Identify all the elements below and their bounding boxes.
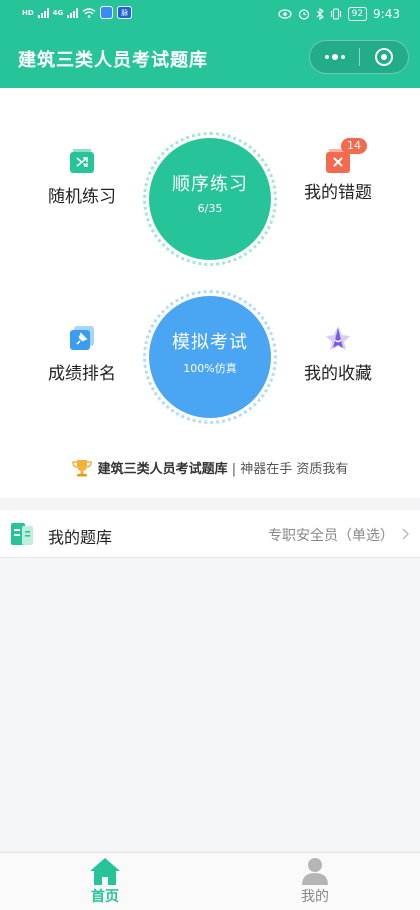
notification-app-icon [100, 6, 114, 19]
app-header: HD 4G 脉 92 9:43 建筑三类人员考试题库 [0, 0, 420, 88]
wrong-questions-button[interactable]: 14 我的错题 [283, 138, 393, 203]
trophy-icon [71, 460, 92, 477]
signal-icon [37, 7, 49, 18]
sequential-practice-button[interactable]: 顺序练习 6/35 [143, 132, 277, 266]
dotted-ring [143, 290, 277, 424]
tab-mine-label: 我的 [301, 889, 329, 905]
app-title: 建筑三类人员考试题库 [18, 50, 208, 71]
close-miniprogram-button[interactable] [360, 41, 408, 73]
question-bank-icon [11, 523, 33, 545]
bluetooth-icon [316, 8, 324, 20]
network-indicator: 4G [52, 8, 64, 17]
my-question-bank-title: 我的题库 [48, 528, 113, 547]
selected-bank-value: 专职安全员（单选） [268, 528, 394, 544]
target-close-icon [374, 48, 393, 66]
status-left: HD 4G 脉 [22, 6, 133, 19]
slogan-subtitle: | 神器在手 资质我有 [227, 462, 349, 477]
my-question-bank-row[interactable]: 我的题库 专职安全员（单选） [0, 510, 420, 558]
more-dot-icon [340, 55, 345, 59]
status-right: 92 9:43 [277, 7, 400, 21]
miniprogram-capsule [309, 40, 409, 74]
alarm-icon [298, 9, 309, 20]
user-icon [302, 858, 328, 885]
bottom-nav: 首页 我的 [0, 852, 420, 910]
ranking-label: 成绩排名 [48, 364, 116, 384]
eye-icon [277, 9, 292, 19]
wrong-count-badge: 14 [341, 138, 367, 154]
home-icon [90, 858, 120, 885]
random-practice-button[interactable]: 随机练习 [27, 148, 137, 207]
favorites-button[interactable]: 我的收藏 [283, 325, 393, 384]
wrong-questions-label: 我的错题 [304, 183, 372, 203]
more-dot-icon [331, 54, 338, 60]
dotted-ring [143, 132, 277, 266]
more-button[interactable] [310, 41, 359, 73]
notification-app-icon-2: 脉 [117, 6, 133, 19]
slogan: 建筑三类人员考试题库 | 神器在手 资质我有 [0, 458, 420, 477]
star-icon [326, 326, 350, 350]
tab-home[interactable]: 首页 [55, 856, 155, 906]
tab-mine[interactable]: 我的 [265, 856, 365, 906]
favorites-label: 我的收藏 [304, 364, 372, 384]
pin-icon [70, 326, 94, 350]
wifi-icon [82, 7, 96, 18]
more-dot-icon [324, 55, 329, 59]
battery-indicator: 92 [347, 7, 368, 21]
random-practice-label: 随机练习 [48, 187, 116, 207]
title-bar: 建筑三类人员考试题库 [0, 32, 420, 88]
status-time: 9:43 [373, 7, 400, 21]
wrong-icon-wrap: 14 [325, 138, 367, 174]
hd-indicator: HD [22, 8, 34, 17]
signal-icon-2 [67, 7, 79, 18]
chevron-right-icon [402, 528, 410, 540]
vibrate-icon [330, 8, 341, 20]
ranking-button[interactable]: 成绩排名 [27, 325, 137, 384]
mock-exam-button[interactable]: 模拟考试 100%仿真 [143, 290, 277, 424]
shuffle-icon [70, 149, 94, 173]
features-panel: 随机练习 顺序练习 6/35 14 我的错题 成绩排名 模拟考试 100%仿真 … [0, 88, 420, 498]
tab-home-label: 首页 [91, 889, 119, 905]
status-bar: HD 4G 脉 92 9:43 [0, 0, 420, 32]
slogan-title: 建筑三类人员考试题库 [97, 462, 228, 477]
